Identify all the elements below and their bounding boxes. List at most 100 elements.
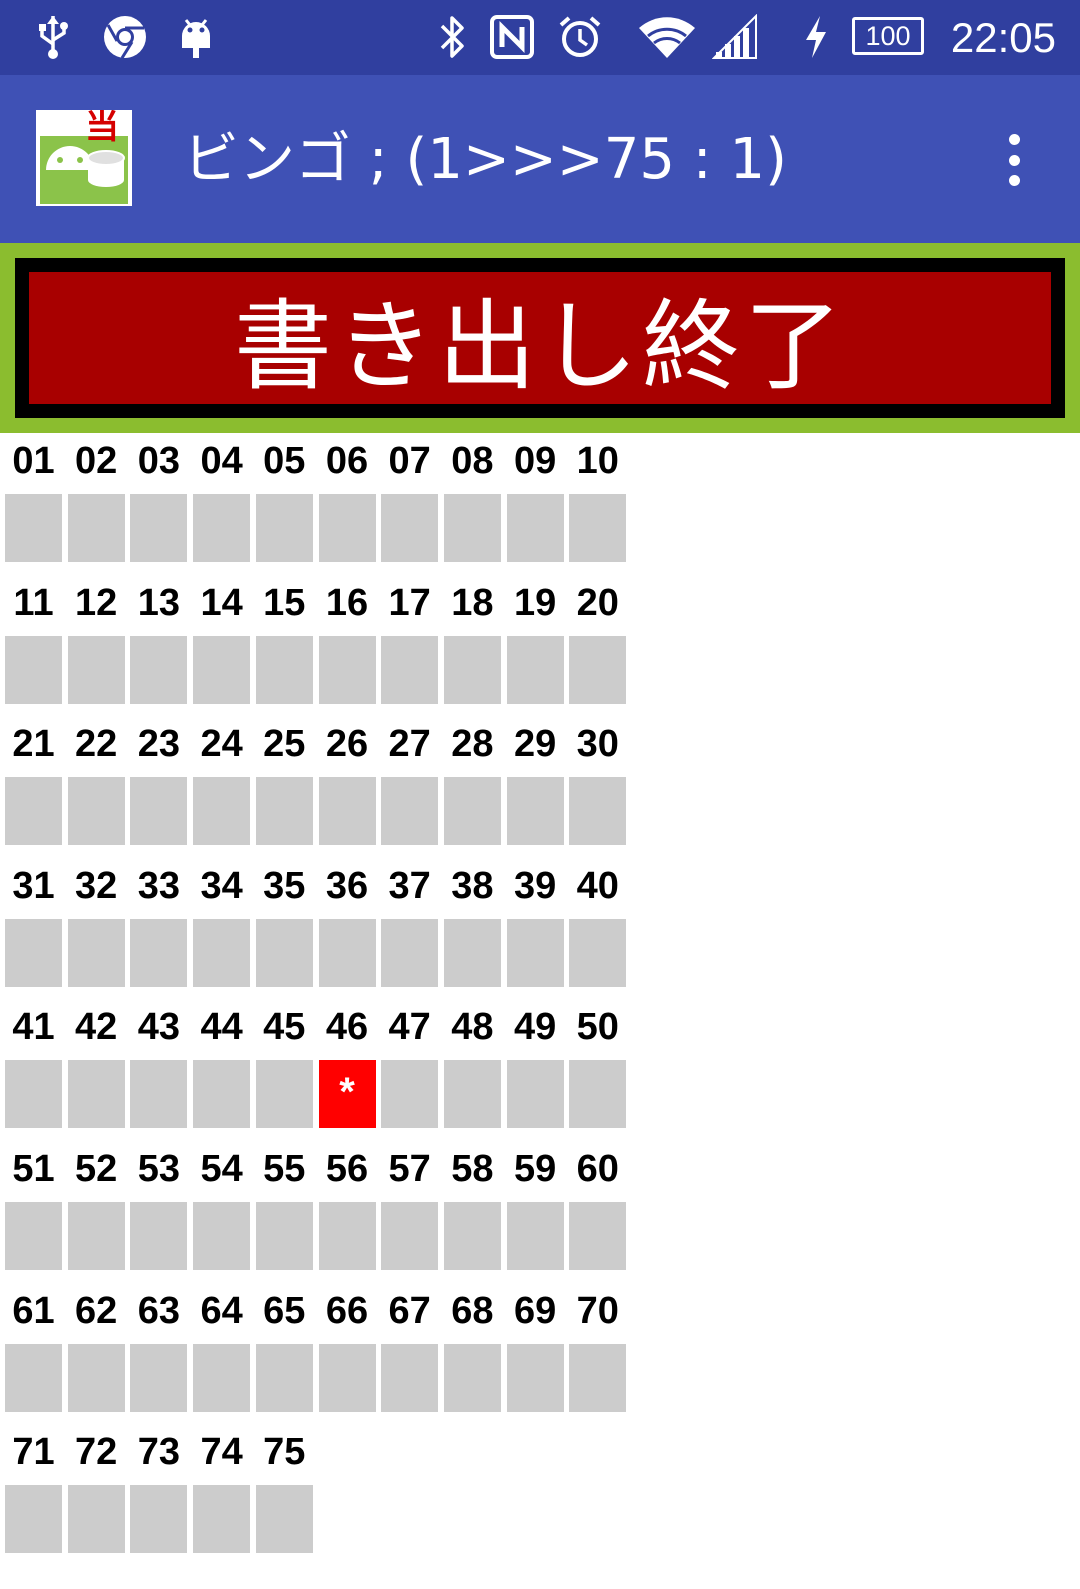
number-cell[interactable] (381, 494, 439, 562)
number-cell[interactable] (67, 777, 125, 846)
number-cell[interactable] (5, 1485, 62, 1554)
number-cell[interactable] (443, 1343, 501, 1412)
number-cell[interactable] (5, 635, 62, 704)
number-cell-marked[interactable]: * (318, 1060, 376, 1129)
number-cell[interactable] (506, 1202, 564, 1270)
number-cell[interactable] (130, 1485, 188, 1554)
number-cell[interactable] (569, 1060, 627, 1129)
number-cell[interactable] (5, 494, 62, 562)
number-label: 14 (200, 581, 243, 624)
number-cell[interactable] (193, 494, 251, 562)
number-cell[interactable] (5, 777, 62, 846)
number-cell[interactable] (318, 1343, 376, 1412)
number-label: 54 (200, 1148, 243, 1190)
number-cell[interactable] (506, 918, 564, 987)
number-cell[interactable] (506, 1060, 564, 1129)
number-cell[interactable] (193, 1343, 251, 1412)
number-cell[interactable] (318, 777, 376, 846)
number-cell[interactable] (255, 635, 313, 704)
number-label: 56 (325, 1148, 369, 1190)
number-label: 34 (200, 864, 243, 907)
number-cell[interactable] (569, 494, 627, 562)
number-cell[interactable] (443, 777, 501, 846)
number-cell[interactable] (5, 1343, 62, 1412)
number-cell[interactable] (381, 777, 439, 846)
number-cell[interactable] (67, 1485, 125, 1554)
number-cell[interactable] (569, 918, 627, 987)
number-cell[interactable] (255, 1485, 313, 1554)
number-cell[interactable] (130, 635, 188, 704)
number-cell[interactable] (381, 1202, 439, 1270)
number-label: 58 (451, 1148, 494, 1190)
number-cell[interactable] (130, 777, 188, 846)
number-cell[interactable] (318, 918, 376, 987)
number-row: 71 72 73 74 75 (0, 1424, 640, 1480)
number-cell[interactable] (381, 1343, 439, 1412)
number-label: 13 (137, 581, 181, 624)
number-cell[interactable] (193, 777, 251, 846)
number-cell[interactable] (255, 1060, 313, 1129)
number-cell[interactable] (443, 1202, 501, 1270)
number-cell[interactable] (569, 1202, 627, 1270)
number-cell[interactable] (193, 1202, 251, 1270)
number-cell[interactable] (193, 918, 251, 987)
number-cell[interactable] (67, 1343, 125, 1412)
number-label: 52 (75, 1148, 118, 1190)
wifi-icon (639, 17, 695, 58)
alarm-icon (559, 16, 601, 57)
number-cell[interactable] (506, 494, 564, 562)
number-cell[interactable] (443, 1060, 501, 1129)
number-label: 12 (75, 581, 118, 624)
number-label: 01 (12, 440, 55, 482)
number-cell[interactable] (443, 635, 501, 704)
number-cell[interactable] (130, 918, 188, 987)
number-cell[interactable] (506, 635, 564, 704)
status-time: 22:05 (950, 14, 1056, 61)
number-label: 11 (13, 581, 54, 624)
number-cell[interactable] (5, 918, 62, 987)
number-label: 45 (263, 1006, 306, 1049)
number-cell[interactable] (318, 635, 376, 704)
number-cell[interactable] (569, 635, 627, 704)
battery-icon: 100 (852, 17, 924, 55)
number-cell[interactable] (255, 918, 313, 987)
number-cell[interactable] (318, 494, 376, 562)
number-cell[interactable] (381, 1060, 439, 1129)
number-cell[interactable] (67, 918, 125, 987)
number-cell[interactable] (506, 1343, 564, 1412)
number-cell[interactable] (5, 1202, 62, 1270)
end-export-button[interactable]: 書き出し終了 (15, 258, 1065, 418)
number-cell[interactable] (569, 777, 627, 846)
number-label: 63 (137, 1289, 181, 1332)
number-label: 73 (137, 1431, 181, 1474)
number-cell[interactable] (381, 635, 439, 704)
number-cell[interactable] (67, 494, 125, 562)
number-cell[interactable] (130, 494, 188, 562)
number-cell[interactable] (255, 777, 313, 846)
number-cell[interactable] (193, 635, 251, 704)
number-cell[interactable] (255, 494, 313, 562)
number-cell[interactable] (67, 1202, 125, 1270)
number-cell[interactable] (255, 1343, 313, 1412)
bingo-app-icon[interactable]: 当 (36, 110, 132, 206)
number-cell[interactable] (5, 1060, 62, 1129)
number-row: 51 52 53 54 55 56 57 58 59 60 (0, 1141, 640, 1197)
number-cell[interactable] (67, 635, 125, 704)
number-cell[interactable] (130, 1202, 188, 1270)
number-cell[interactable] (443, 494, 501, 562)
number-label: 27 (388, 723, 431, 766)
number-cell[interactable] (255, 1202, 313, 1270)
number-cell[interactable] (67, 1060, 125, 1129)
number-cell[interactable] (130, 1343, 188, 1412)
number-cell[interactable] (381, 918, 439, 987)
number-cell[interactable] (506, 777, 564, 846)
number-label: 65 (263, 1289, 306, 1332)
number-cell[interactable] (193, 1485, 251, 1554)
number-cell[interactable] (193, 1060, 251, 1129)
number-cell[interactable] (569, 1343, 627, 1412)
overflow-menu-icon[interactable] (988, 128, 1040, 192)
number-cell[interactable] (443, 918, 501, 987)
number-cell[interactable] (130, 1060, 188, 1129)
number-label: 22 (75, 723, 118, 766)
number-cell[interactable] (318, 1202, 376, 1270)
